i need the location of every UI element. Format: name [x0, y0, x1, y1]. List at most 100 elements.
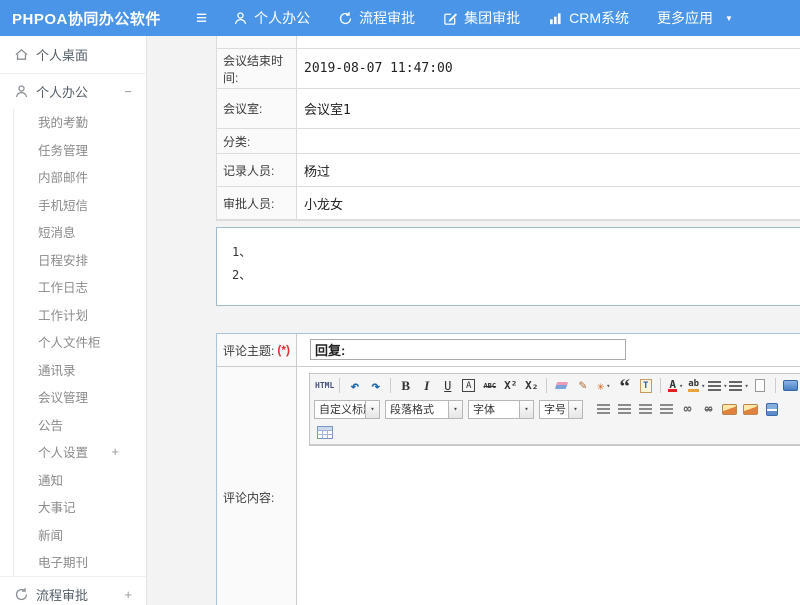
sidebar-item-memorabilia[interactable]: 大事记: [14, 493, 146, 521]
sidebar-item-personal-desktop[interactable]: 个人桌面: [0, 36, 146, 74]
ordered-list-button[interactable]: ▾: [708, 376, 727, 395]
chevron-down-icon: ▾: [606, 382, 610, 390]
select-label: 段落格式: [386, 401, 448, 417]
strikethrough-button[interactable]: ABC: [480, 376, 499, 395]
net-image-button[interactable]: [741, 400, 760, 419]
undo-button[interactable]: ↶: [345, 376, 364, 395]
nav-item-more-apps[interactable]: 更多应用▼: [657, 8, 733, 28]
insert-image-button[interactable]: [720, 400, 739, 419]
sidebar-item-e-journal[interactable]: 电子期刊: [14, 548, 146, 576]
fullscreen-button[interactable]: [781, 376, 800, 395]
subscript-button[interactable]: X₂: [522, 376, 541, 395]
italic-button[interactable]: I: [417, 376, 436, 395]
align-right-button[interactable]: [636, 400, 655, 419]
redo-icon: ↷: [371, 377, 380, 395]
editor-content-area[interactable]: [310, 444, 800, 445]
highlight-color-button[interactable]: ab▾: [687, 376, 706, 395]
sidebar-group-workflow-approval[interactable]: 流程审批 +: [0, 576, 146, 605]
sidebar-item-my-attendance[interactable]: 我的考勤: [14, 108, 146, 136]
eraser-button[interactable]: [552, 376, 571, 395]
superscript-icon: X²: [504, 379, 517, 392]
new-document-button[interactable]: [751, 376, 770, 395]
sidebar-item-label: 会议管理: [38, 387, 88, 406]
sidebar-item-personal-file-cabinet[interactable]: 个人文件柜: [14, 328, 146, 356]
nav-item-personal-office[interactable]: 个人办公: [233, 8, 310, 28]
expand-icon[interactable]: +: [124, 587, 132, 602]
insert-table-button[interactable]: [315, 423, 334, 442]
nav-item-group-approval[interactable]: 集团审批: [443, 8, 520, 28]
blockquote-icon: “: [620, 379, 631, 393]
paste-plain-button[interactable]: T: [636, 376, 655, 395]
font-color-button[interactable]: A▾: [666, 376, 685, 395]
source-html-button[interactable]: HTML: [315, 376, 334, 395]
insert-media-button[interactable]: [762, 400, 781, 419]
sidebar-item-announcement[interactable]: 公告: [14, 411, 146, 439]
sidebar-item-label: 任务管理: [38, 140, 88, 159]
editor-toolbar-row3: [310, 421, 800, 444]
format-brush-button[interactable]: ✎: [573, 376, 592, 395]
sidebar-item-contacts[interactable]: 通讯录: [14, 356, 146, 384]
sidebar-item-label: 短消息: [38, 222, 76, 241]
remove-link-button[interactable]: ∞: [699, 400, 718, 419]
sidebar-item-notification[interactable]: 通知: [14, 466, 146, 494]
align-center-button[interactable]: [615, 400, 634, 419]
superscript-button[interactable]: X²: [501, 376, 520, 395]
comment-subject-input[interactable]: [310, 339, 626, 360]
comment-content-label: 评论内容:: [217, 367, 297, 605]
meeting-content-box[interactable]: 1、2、: [216, 227, 800, 306]
sidebar-item-task-management[interactable]: 任务管理: [14, 136, 146, 164]
justify-button[interactable]: [657, 400, 676, 419]
align-left-icon: [597, 404, 610, 414]
menu-toggle-icon[interactable]: ≡: [196, 9, 207, 28]
font-family-select[interactable]: 字体▾: [468, 400, 534, 419]
nav-label: 流程审批: [359, 8, 415, 28]
auto-format-button[interactable]: ✳▾: [594, 376, 613, 395]
sidebar-item-news[interactable]: 新闻: [14, 521, 146, 549]
history-icon: [338, 11, 353, 26]
expand-icon[interactable]: +: [111, 444, 119, 459]
redo-button[interactable]: ↷: [366, 376, 385, 395]
underline-button[interactable]: U: [438, 376, 457, 395]
align-right-icon: [639, 404, 652, 414]
insert-link-button[interactable]: ∞: [678, 400, 697, 419]
sidebar-item-label: 公告: [38, 415, 63, 434]
toolbar-separator: [660, 378, 661, 393]
font-size-select[interactable]: 字号▾: [539, 400, 583, 419]
bold-button[interactable]: B: [396, 376, 415, 395]
align-left-button[interactable]: [594, 400, 613, 419]
sidebar-group-personal-office[interactable]: 个人办公 −: [0, 74, 146, 108]
sidebar-item-label: 个人桌面: [36, 45, 88, 64]
chevron-down-icon: ▾: [744, 382, 748, 390]
sidebar-item-mobile-sms[interactable]: 手机短信: [14, 191, 146, 219]
auto-format-icon: ✳: [597, 379, 604, 393]
font-style-box-button[interactable]: A: [459, 376, 478, 395]
comment-form: 评论主题: (*) 评论内容: HTML↶↷BIUA: [216, 333, 800, 605]
sidebar-item-short-message[interactable]: 短消息: [14, 218, 146, 246]
unordered-list-icon: [729, 381, 742, 391]
ordered-list-icon: [708, 381, 721, 391]
collapse-icon[interactable]: −: [124, 84, 132, 99]
sidebar-item-work-log[interactable]: 工作日志: [14, 273, 146, 301]
row-label: 会议室:: [217, 89, 297, 128]
sidebar-item-internal-mail[interactable]: 内部邮件: [14, 163, 146, 191]
sidebar-item-work-plan[interactable]: 工作计划: [14, 301, 146, 329]
table-row: 记录人员:杨过: [217, 154, 800, 187]
editor-toolbar-row1: HTML↶↷BIUAABCX²X₂✎✳▾“TA▾ab▾▾▾: [310, 374, 800, 397]
sidebar-item-personal-settings[interactable]: 个人设置+: [14, 438, 146, 466]
sidebar-item-label: 手机短信: [38, 195, 88, 214]
font-style-box-icon: A: [462, 379, 475, 392]
nav-item-workflow-approval[interactable]: 流程审批: [338, 8, 415, 28]
table-row: 审批人员:小龙女: [217, 187, 800, 220]
required-mark: (*): [277, 343, 290, 357]
heading-select[interactable]: 自定义标题▾: [314, 400, 380, 419]
row-value: [297, 129, 800, 153]
unordered-list-button[interactable]: ▾: [729, 376, 748, 395]
nav-item-crm-system[interactable]: CRM系统: [548, 8, 629, 28]
sidebar-item-meeting-management[interactable]: 会议管理: [14, 383, 146, 411]
blockquote-button[interactable]: “: [615, 376, 634, 395]
toolbar-separator: [546, 378, 547, 393]
app-brand: PHPOA协同办公软件: [0, 8, 196, 29]
paragraph-format-select[interactable]: 段落格式▾: [385, 400, 463, 419]
sidebar-item-schedule[interactable]: 日程安排: [14, 246, 146, 274]
history-icon: [14, 587, 29, 602]
